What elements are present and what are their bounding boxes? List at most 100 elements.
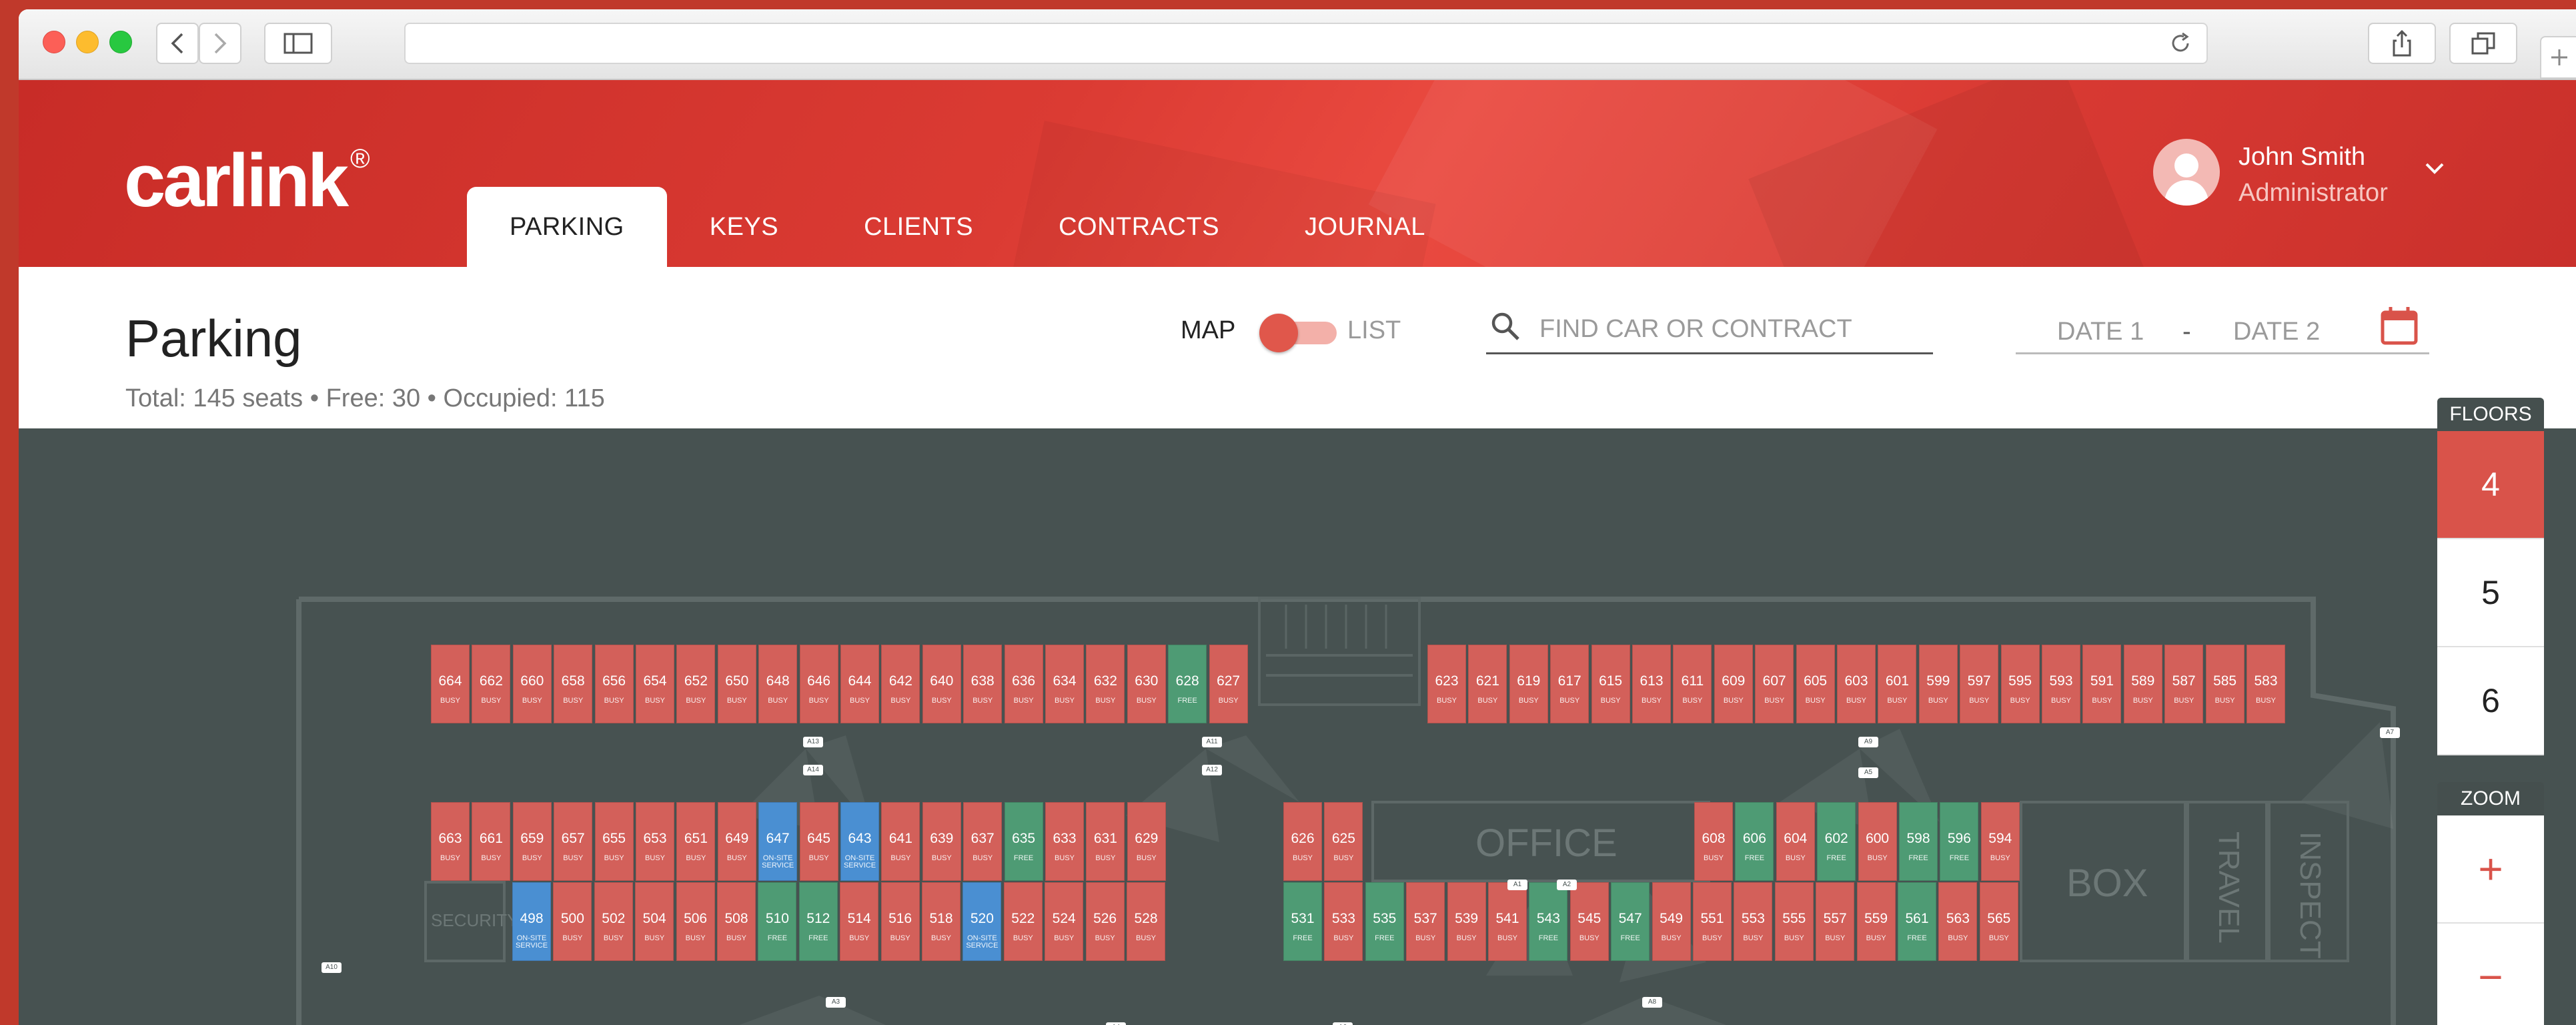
- parking-spot-642[interactable]: 642 BUSY: [881, 645, 920, 723]
- parking-spot-551[interactable]: 551 BUSY: [1693, 882, 1732, 961]
- parking-spot-500[interactable]: 500 BUSY: [553, 882, 592, 961]
- parking-spot-598[interactable]: 598 FREE: [1899, 802, 1938, 881]
- parking-spot-662[interactable]: 662 BUSY: [472, 645, 511, 723]
- parking-spot-654[interactable]: 654 BUSY: [636, 645, 674, 723]
- parking-spot-594[interactable]: 594 BUSY: [1980, 802, 2020, 881]
- camera-marker[interactable]: A2: [1557, 880, 1577, 890]
- parking-spot-644[interactable]: 644 BUSY: [840, 645, 879, 723]
- date-to-field[interactable]: DATE 2: [2233, 318, 2320, 346]
- camera-marker[interactable]: A1: [1507, 880, 1527, 890]
- parking-spot-597[interactable]: 597 BUSY: [1960, 645, 1999, 723]
- parking-spot-559[interactable]: 559 BUSY: [1856, 882, 1896, 961]
- parking-spot-583[interactable]: 583 BUSY: [2246, 645, 2285, 723]
- view-toggle-knob[interactable]: [1259, 314, 1298, 352]
- parking-spot-522[interactable]: 522 BUSY: [1003, 882, 1043, 961]
- parking-spot-508[interactable]: 508 BUSY: [717, 882, 756, 961]
- calendar-icon[interactable]: [2380, 306, 2419, 346]
- parking-spot-607[interactable]: 607 BUSY: [1755, 645, 1794, 723]
- parking-spot-528[interactable]: 528 BUSY: [1127, 882, 1165, 961]
- camera-marker[interactable]: A7: [2380, 727, 2400, 738]
- parking-spot-608[interactable]: 608 BUSY: [1694, 802, 1733, 881]
- parking-spot-635[interactable]: 635 FREE: [1004, 802, 1043, 881]
- parking-spot-553[interactable]: 553 BUSY: [1734, 882, 1773, 961]
- chevron-down-icon[interactable]: [2423, 156, 2447, 180]
- parking-spot-589[interactable]: 589 BUSY: [2123, 645, 2162, 723]
- tab-clients[interactable]: CLIENTS: [821, 187, 1016, 267]
- camera-marker[interactable]: A13: [803, 737, 823, 747]
- parking-spot-603[interactable]: 603 BUSY: [1837, 645, 1876, 723]
- parking-spot-643[interactable]: 643 ON-SITE SERVICE: [840, 802, 879, 881]
- parking-spot-605[interactable]: 605 BUSY: [1796, 645, 1835, 723]
- camera-marker[interactable]: A4: [1106, 1022, 1126, 1025]
- camera-marker[interactable]: A9: [1858, 737, 1878, 747]
- parking-spot-627[interactable]: 627 BUSY: [1209, 645, 1248, 723]
- parking-spot-516[interactable]: 516 BUSY: [880, 882, 920, 961]
- reload-icon[interactable]: [2169, 32, 2192, 55]
- parking-spot-650[interactable]: 650 BUSY: [717, 645, 756, 723]
- floor-button-6[interactable]: 6: [2437, 647, 2544, 755]
- parking-spot-602[interactable]: 602 FREE: [1817, 802, 1856, 881]
- parking-spot-619[interactable]: 619 BUSY: [1509, 645, 1548, 723]
- parking-spot-628[interactable]: 628 FREE: [1168, 645, 1207, 723]
- parking-spot-531[interactable]: 531 FREE: [1283, 882, 1322, 961]
- tabs-overview-button[interactable]: [2449, 23, 2517, 64]
- parking-spot-510[interactable]: 510 FREE: [758, 882, 797, 961]
- zoom-in-button[interactable]: +: [2437, 815, 2544, 924]
- floor-button-5[interactable]: 5: [2437, 539, 2544, 647]
- parking-spot-613[interactable]: 613 BUSY: [1632, 645, 1671, 723]
- parking-spot-539[interactable]: 539 BUSY: [1447, 882, 1486, 961]
- tab-journal[interactable]: JOURNAL: [1262, 187, 1468, 267]
- parking-spot-664[interactable]: 664 BUSY: [431, 645, 470, 723]
- parking-spot-524[interactable]: 524 BUSY: [1045, 882, 1084, 961]
- parking-spot-565[interactable]: 565 BUSY: [1979, 882, 2018, 961]
- parking-spot-504[interactable]: 504 BUSY: [635, 882, 674, 961]
- zoom-out-button[interactable]: −: [2437, 924, 2544, 1025]
- parking-spot-615[interactable]: 615 BUSY: [1591, 645, 1630, 723]
- parking-spot-649[interactable]: 649 BUSY: [717, 802, 756, 881]
- parking-spot-630[interactable]: 630 BUSY: [1127, 645, 1166, 723]
- parking-spot-632[interactable]: 632 BUSY: [1086, 645, 1125, 723]
- parking-spot-625[interactable]: 625 BUSY: [1324, 802, 1363, 881]
- camera-marker[interactable]: A11: [1202, 737, 1222, 747]
- parking-spot-634[interactable]: 634 BUSY: [1045, 645, 1084, 723]
- parking-spot-541[interactable]: 541 BUSY: [1488, 882, 1527, 961]
- parking-spot-617[interactable]: 617 BUSY: [1550, 645, 1589, 723]
- parking-spot-611[interactable]: 611 BUSY: [1673, 645, 1712, 723]
- minimize-window-button[interactable]: [76, 31, 99, 53]
- camera-marker[interactable]: A6: [1333, 1022, 1353, 1025]
- parking-spot-599[interactable]: 599 BUSY: [1918, 645, 1958, 723]
- parking-spot-518[interactable]: 518 BUSY: [922, 882, 960, 961]
- forward-button[interactable]: [199, 23, 241, 64]
- parking-spot-631[interactable]: 631 BUSY: [1086, 802, 1125, 881]
- tab-keys[interactable]: KEYS: [667, 187, 821, 267]
- share-button[interactable]: [2368, 23, 2436, 64]
- parking-spot-653[interactable]: 653 BUSY: [636, 802, 674, 881]
- parking-spot-638[interactable]: 638 BUSY: [963, 645, 1003, 723]
- parking-spot-555[interactable]: 555 BUSY: [1774, 882, 1814, 961]
- parking-spot-533[interactable]: 533 BUSY: [1324, 882, 1363, 961]
- parking-spot-502[interactable]: 502 BUSY: [594, 882, 633, 961]
- parking-spot-663[interactable]: 663 BUSY: [431, 802, 470, 881]
- parking-spot-587[interactable]: 587 BUSY: [2164, 645, 2204, 723]
- close-window-button[interactable]: [43, 31, 65, 53]
- parking-spot-606[interactable]: 606 FREE: [1735, 802, 1774, 881]
- parking-spot-561[interactable]: 561 FREE: [1898, 882, 1936, 961]
- parking-spot-596[interactable]: 596 FREE: [1940, 802, 1979, 881]
- tab-parking[interactable]: PARKING: [467, 187, 667, 267]
- camera-marker[interactable]: A8: [1642, 997, 1662, 1008]
- parking-spot-660[interactable]: 660 BUSY: [512, 645, 552, 723]
- new-tab-button[interactable]: [2540, 36, 2576, 79]
- parking-spot-591[interactable]: 591 BUSY: [2082, 645, 2122, 723]
- tab-contracts[interactable]: CONTRACTS: [1016, 187, 1262, 267]
- parking-map[interactable]: OFFICE BOX TRAVEL INSPECT SECURITY 664 BU…: [19, 428, 2576, 1025]
- parking-spot-604[interactable]: 604 BUSY: [1776, 802, 1815, 881]
- parking-spot-549[interactable]: 549 BUSY: [1652, 882, 1691, 961]
- parking-spot-557[interactable]: 557 BUSY: [1816, 882, 1855, 961]
- parking-spot-647[interactable]: 647 ON-SITE SERVICE: [758, 802, 798, 881]
- parking-spot-636[interactable]: 636 BUSY: [1004, 645, 1043, 723]
- parking-spot-656[interactable]: 656 BUSY: [594, 645, 634, 723]
- parking-spot-637[interactable]: 637 BUSY: [963, 802, 1003, 881]
- sidebar-toggle-button[interactable]: [264, 23, 332, 64]
- view-list-label[interactable]: LIST: [1347, 316, 1401, 345]
- date-from-field[interactable]: DATE 1: [2057, 318, 2144, 346]
